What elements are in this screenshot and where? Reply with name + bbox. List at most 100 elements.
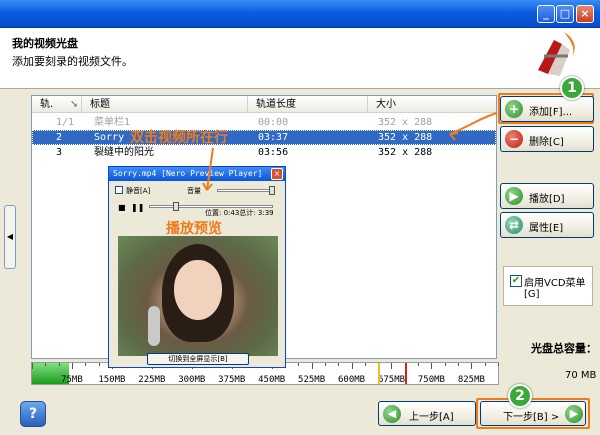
arrow-right-icon: ▶ bbox=[565, 405, 583, 423]
cell-track: 1/1 bbox=[56, 117, 75, 128]
ruler-tick-label: 750MB bbox=[417, 375, 445, 385]
ruler-tick bbox=[391, 363, 393, 369]
ruler-tick bbox=[351, 363, 353, 369]
remove-icon: − bbox=[505, 130, 523, 148]
ruler-tick-label: 525MB bbox=[298, 375, 326, 385]
table-row[interactable]: 1/1 菜单栏1 00:00 352 x 288 bbox=[32, 115, 496, 130]
vcd-menu-checkbox[interactable]: ✔ bbox=[510, 275, 522, 287]
preview-player-window[interactable]: Sorry.mp4 [Nero Preview Player] × 静音[A] … bbox=[108, 166, 286, 368]
vcd-menu-hotkey: [G] bbox=[524, 289, 540, 300]
mute-checkbox[interactable] bbox=[115, 186, 123, 194]
ruler-tick-label: 825MB bbox=[457, 375, 485, 385]
properties-button-label: 属性[E] bbox=[529, 223, 564, 234]
properties-icon: ⇄ bbox=[505, 216, 523, 234]
capacity-value: 70 MB bbox=[565, 370, 597, 381]
video-face bbox=[174, 260, 222, 320]
ruler-tick-label: 600MB bbox=[337, 375, 366, 385]
ruler-tick bbox=[444, 363, 446, 366]
volume-thumb[interactable] bbox=[269, 186, 275, 195]
ruler-tick bbox=[338, 363, 340, 366]
close-button[interactable]: × bbox=[576, 5, 594, 23]
track-list-header: 轨. ➘ 标题 轨道长度 大小 bbox=[32, 96, 496, 113]
table-row[interactable]: 3 裂缝中的阳光 03:56 352 x 288 bbox=[32, 145, 496, 160]
video-frame bbox=[118, 236, 278, 356]
ruler-tick bbox=[311, 363, 313, 369]
position-text: 位置: 0:43总计: 3:39 bbox=[205, 209, 274, 217]
cell-size: 352 x 288 bbox=[378, 117, 433, 128]
ruler-tick bbox=[458, 363, 460, 366]
preview-close-button[interactable]: × bbox=[271, 168, 283, 180]
cell-title: Sorry bbox=[94, 132, 125, 143]
ruler-tick bbox=[498, 363, 499, 366]
collapse-left-tab[interactable]: ◀ bbox=[4, 205, 16, 269]
ruler-tick-label: 150MB bbox=[98, 375, 126, 385]
arrow-left-icon: ◀ bbox=[383, 405, 401, 423]
volume-label: 音量 bbox=[187, 187, 201, 195]
window-titlebar: _ □ × bbox=[0, 0, 600, 28]
help-button[interactable]: ? bbox=[20, 401, 46, 427]
cell-size: 352 x 288 bbox=[378, 132, 433, 143]
preview-title: Sorry.mp4 [Nero Preview Player] bbox=[109, 167, 285, 181]
page-subtitle: 添加要刻录的视频文件。 bbox=[12, 55, 133, 68]
ruler-tick bbox=[98, 363, 100, 366]
cell-title: 菜单栏1 bbox=[94, 117, 131, 128]
add-button[interactable]: + 添加[F]... bbox=[500, 96, 594, 122]
ruler-tick bbox=[418, 363, 420, 366]
ruler-tick-label: 450MB bbox=[258, 375, 286, 385]
play-button[interactable]: ▶ 播放[D] bbox=[500, 183, 594, 209]
add-button-label: 添加[F]... bbox=[529, 107, 573, 118]
ruler-tick bbox=[298, 363, 300, 366]
ruler-tick-label: 225MB bbox=[138, 375, 166, 385]
table-row-selected[interactable]: 2 Sorry 03:37 352 x 288 bbox=[32, 130, 496, 145]
ruler-tick bbox=[58, 363, 60, 366]
play-icon: ▶ bbox=[505, 187, 523, 205]
annotation-preview: 播放预览 bbox=[166, 221, 222, 237]
add-icon: + bbox=[505, 100, 523, 118]
pause-icon[interactable]: ❚❚ bbox=[131, 203, 144, 212]
mute-label: 静音[A] bbox=[126, 187, 151, 195]
minimize-button[interactable]: _ bbox=[537, 5, 555, 23]
back-button-label: 上一步[A] bbox=[409, 412, 454, 423]
volume-slider[interactable] bbox=[217, 189, 275, 192]
fullscreen-button[interactable]: 切换到全屏显示[B] bbox=[147, 353, 249, 365]
cell-title: 裂缝中的阳光 bbox=[94, 147, 154, 158]
seek-thumb[interactable] bbox=[173, 202, 180, 211]
sort-down-icon: ➘ bbox=[70, 99, 79, 110]
ruler-tick-label: 675MB bbox=[377, 375, 406, 385]
ruler-tick-label: 375MB bbox=[218, 375, 246, 385]
vcd-menu-label: 启用VCD菜单 bbox=[524, 278, 586, 289]
delete-button[interactable]: − 删除[C] bbox=[500, 126, 594, 152]
next-button[interactable]: 下一步[B] > ▶ bbox=[480, 401, 586, 426]
ruler-tick bbox=[32, 363, 33, 369]
ruler-tick bbox=[45, 363, 47, 366]
next-button-label: 下一步[B] > bbox=[503, 412, 560, 423]
ruler-tick bbox=[484, 363, 486, 366]
ruler-tick bbox=[431, 363, 433, 369]
cell-length: 03:37 bbox=[258, 132, 289, 143]
col-title[interactable]: 标题 bbox=[82, 96, 248, 113]
stop-icon[interactable]: ■ bbox=[118, 203, 126, 212]
cell-length: 00:00 bbox=[258, 117, 289, 128]
delete-button-label: 删除[C] bbox=[529, 137, 564, 148]
ruler-tick bbox=[85, 363, 87, 366]
ruler-warning-marker bbox=[378, 363, 381, 384]
col-length[interactable]: 轨道长度 bbox=[248, 96, 368, 113]
page-title: 我的视频光盘 bbox=[12, 37, 78, 50]
cell-length: 03:56 bbox=[258, 147, 289, 158]
cell-track: 3 bbox=[56, 147, 63, 158]
maximize-button[interactable]: □ bbox=[556, 5, 574, 23]
vcd-menu-panel: ✔ 启用VCD菜单 [G] bbox=[503, 266, 593, 306]
ruler-tick bbox=[364, 363, 366, 366]
ruler-tick bbox=[71, 363, 73, 369]
play-button-label: 播放[D] bbox=[529, 194, 565, 205]
annotation-double-click: 双击视频所在行 bbox=[130, 130, 228, 146]
step-badge-2: 2 bbox=[508, 384, 532, 408]
back-button[interactable]: ◀ 上一步[A] bbox=[378, 401, 476, 426]
ruler-limit-marker bbox=[404, 363, 407, 384]
properties-button[interactable]: ⇄ 属性[E] bbox=[500, 212, 594, 238]
cell-size: 352 x 288 bbox=[378, 147, 433, 158]
col-size[interactable]: 大小 bbox=[368, 96, 496, 113]
capacity-label: 光盘总容量： bbox=[531, 342, 597, 355]
ruler-tick-label: 75MB bbox=[61, 375, 83, 385]
video-microphone bbox=[148, 306, 160, 346]
